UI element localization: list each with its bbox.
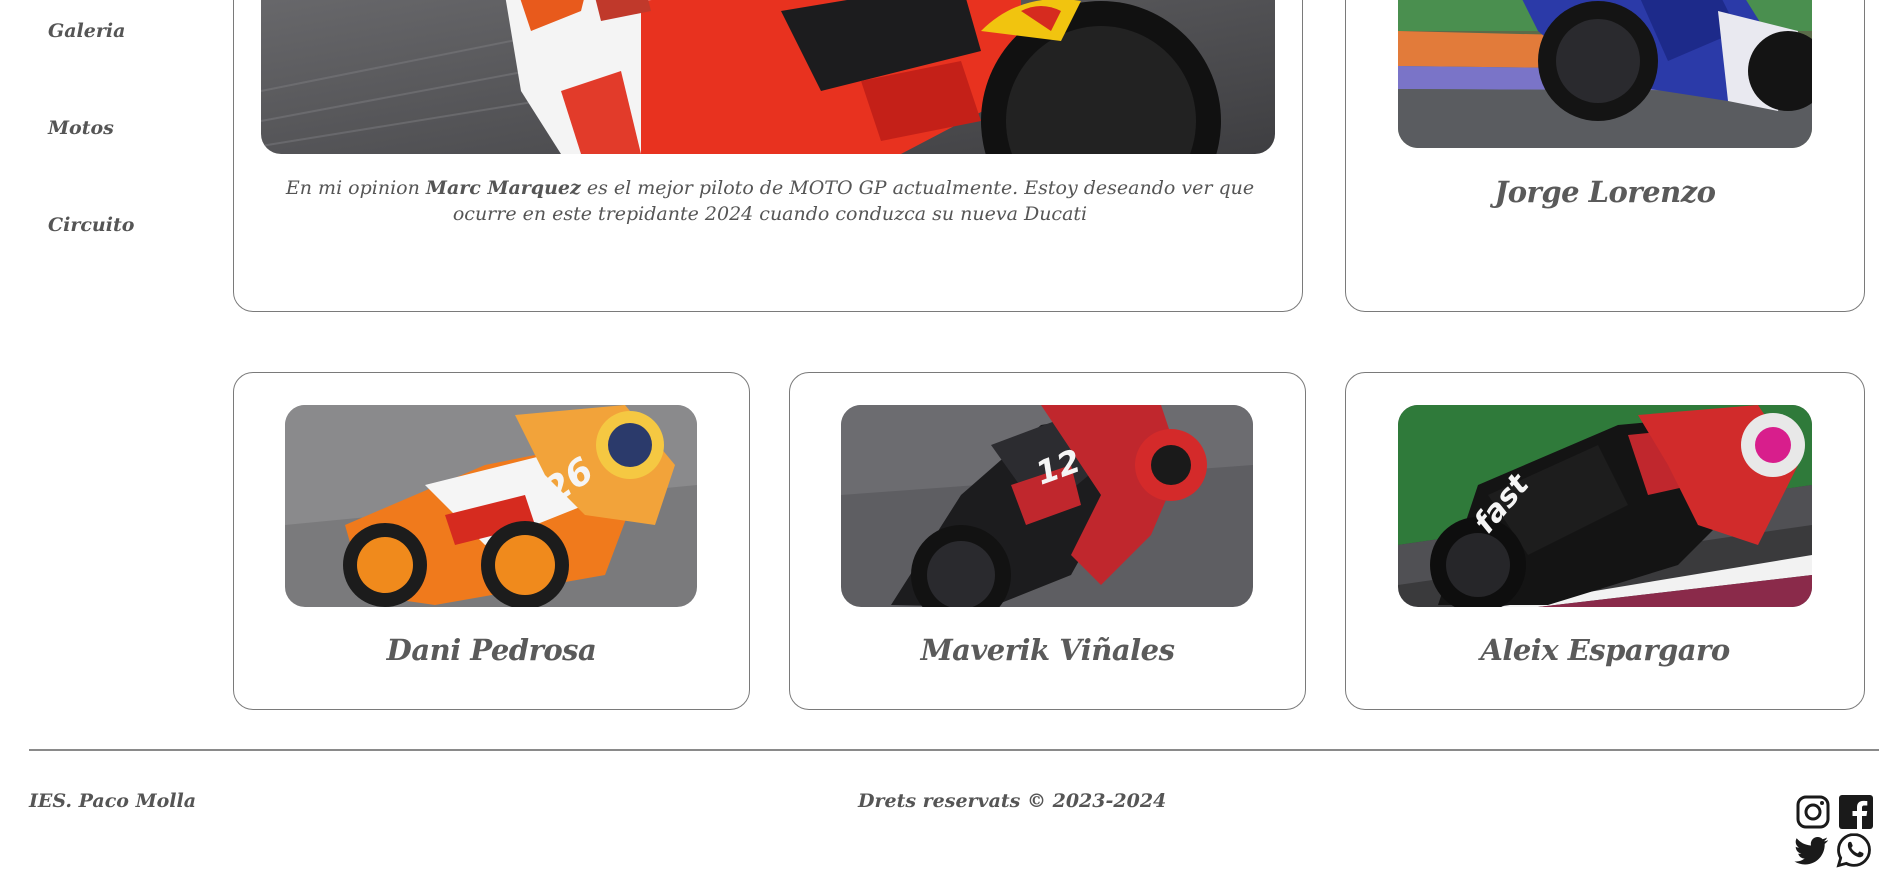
footer-copyright: Drets reservats © 2023-2024 (858, 790, 1167, 812)
footer-school: IES. Paco Molla (29, 790, 197, 812)
rider-photo-pedrosa: 26 (285, 405, 697, 607)
nav-item-motos[interactable]: Motos (48, 117, 114, 139)
rider-name-pedrosa: Dani Pedrosa (386, 633, 597, 667)
rider-photo-espargaro: fast (1398, 405, 1812, 607)
rider-name-vinales: Maverik Viñales (920, 633, 1175, 667)
twitter-icon[interactable] (1793, 832, 1829, 868)
footer-divider (29, 749, 1879, 751)
whatsapp-icon[interactable] (1836, 832, 1872, 868)
rider-card-vinales: 12 Maverik Viñales (789, 372, 1306, 710)
nav-item-circuito[interactable]: Circuito (48, 214, 134, 236)
rider-name-lorenzo: Jorge Lorenzo (1494, 175, 1716, 209)
caption-bold-name: Marc Marquez (425, 177, 581, 199)
rider-photo-vinales: 12 (841, 405, 1253, 607)
rider-photo-lorenzo (1398, 0, 1812, 148)
featured-caption: En mi opinion Marc Marquez es el mejor p… (270, 175, 1270, 227)
instagram-icon[interactable] (1795, 794, 1831, 830)
featured-card: En mi opinion Marc Marquez es el mejor p… (233, 0, 1303, 312)
rider-card-pedrosa: 26 Dani Pedrosa (233, 372, 750, 710)
featured-rider-photo (261, 0, 1275, 154)
rider-name-espargaro: Aleix Espargaro (1480, 633, 1730, 667)
nav-item-galeria[interactable]: Galeria (48, 20, 125, 42)
rider-card-espargaro: fast Aleix Espargaro (1345, 372, 1865, 710)
facebook-icon[interactable] (1838, 794, 1874, 830)
caption-prefix: En mi opinion (285, 177, 426, 199)
rider-card-lorenzo: Jorge Lorenzo (1345, 0, 1865, 312)
